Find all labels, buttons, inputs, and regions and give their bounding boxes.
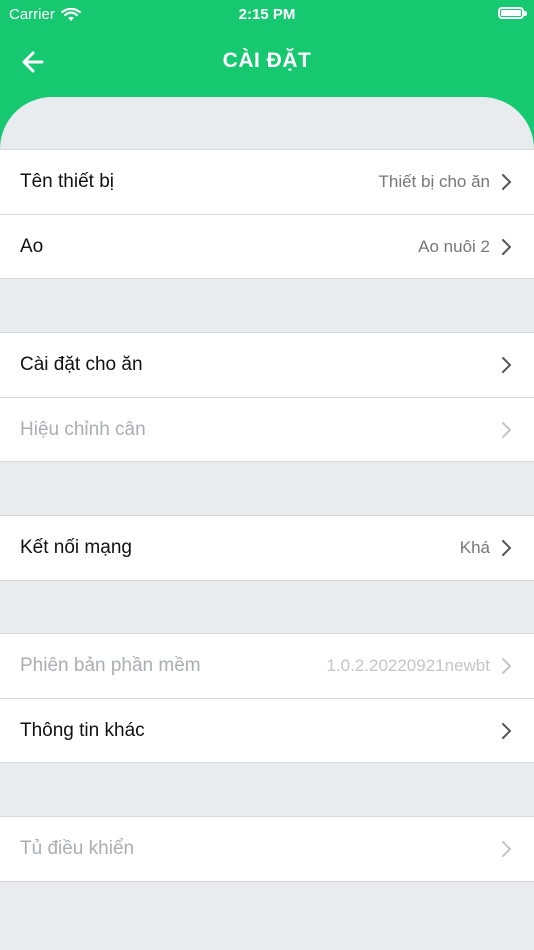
row-label: Tên thiết bị <box>20 171 114 192</box>
settings-group-network: Kết nối mạng Khá <box>0 515 534 581</box>
row-value: Khá <box>459 538 490 557</box>
status-time: 2:15 PM <box>238 6 296 23</box>
chevron-right-icon <box>502 421 511 438</box>
row-label: Tủ điều khiển <box>20 838 135 859</box>
chevron-right-icon <box>502 658 511 674</box>
row-value: Ao nuôi 2 <box>418 236 490 256</box>
chevron-right-icon <box>502 540 511 556</box>
row-label: Thông tin khác <box>20 719 145 741</box>
row-control-cabinet: Tủ điều khiển <box>0 817 534 881</box>
settings-sheet: Tên thiết bị Thiết bị cho ăn Ao Ao nuôi … <box>0 97 534 950</box>
row-label: Ao <box>20 235 44 257</box>
row-label: Cài đặt cho ăn <box>20 354 143 375</box>
chevron-right-icon <box>502 174 511 190</box>
page-title: CÀI ĐẶT <box>222 49 312 72</box>
row-feeding-settings[interactable]: Cài đặt cho ăn <box>0 333 534 397</box>
row-pond[interactable]: Ao Ao nuôi 2 <box>0 214 534 278</box>
nav-bar: CÀI ĐẶT <box>0 36 534 88</box>
chevron-right-icon <box>502 841 511 857</box>
row-value: Thiết bị cho ăn <box>378 172 490 191</box>
row-other-info[interactable]: Thông tin khác <box>0 698 534 762</box>
chevron-right-icon <box>502 722 511 739</box>
row-network-connection[interactable]: Kết nối mạng Khá <box>0 516 534 580</box>
settings-group-feeding: Cài đặt cho ăn Hiệu chỉnh cân <box>0 332 534 462</box>
settings-group-device: Tên thiết bị Thiết bị cho ăn Ao Ao nuôi … <box>0 149 534 279</box>
chevron-right-icon <box>502 238 511 255</box>
battery-icon <box>498 7 527 19</box>
row-value: 1.0.2.20220921newbt <box>326 656 490 675</box>
row-scale-calibration: Hiệu chỉnh cân <box>0 397 534 461</box>
row-label: Phiên bản phần mềm <box>20 655 201 676</box>
row-label: Kết nối mạng <box>20 537 132 558</box>
row-software-version: Phiên bản phần mềm 1.0.2.20220921newbt <box>0 634 534 698</box>
row-device-name[interactable]: Tên thiết bị Thiết bị cho ăn <box>0 150 534 214</box>
settings-group-info: Phiên bản phần mềm 1.0.2.20220921newbt T… <box>0 633 534 763</box>
status-bar: Carrier 2:15 PM <box>0 0 534 30</box>
row-label: Hiệu chỉnh cân <box>20 418 146 440</box>
settings-group-control-cabinet: Tủ điều khiển <box>0 816 534 882</box>
chevron-right-icon <box>502 357 511 373</box>
